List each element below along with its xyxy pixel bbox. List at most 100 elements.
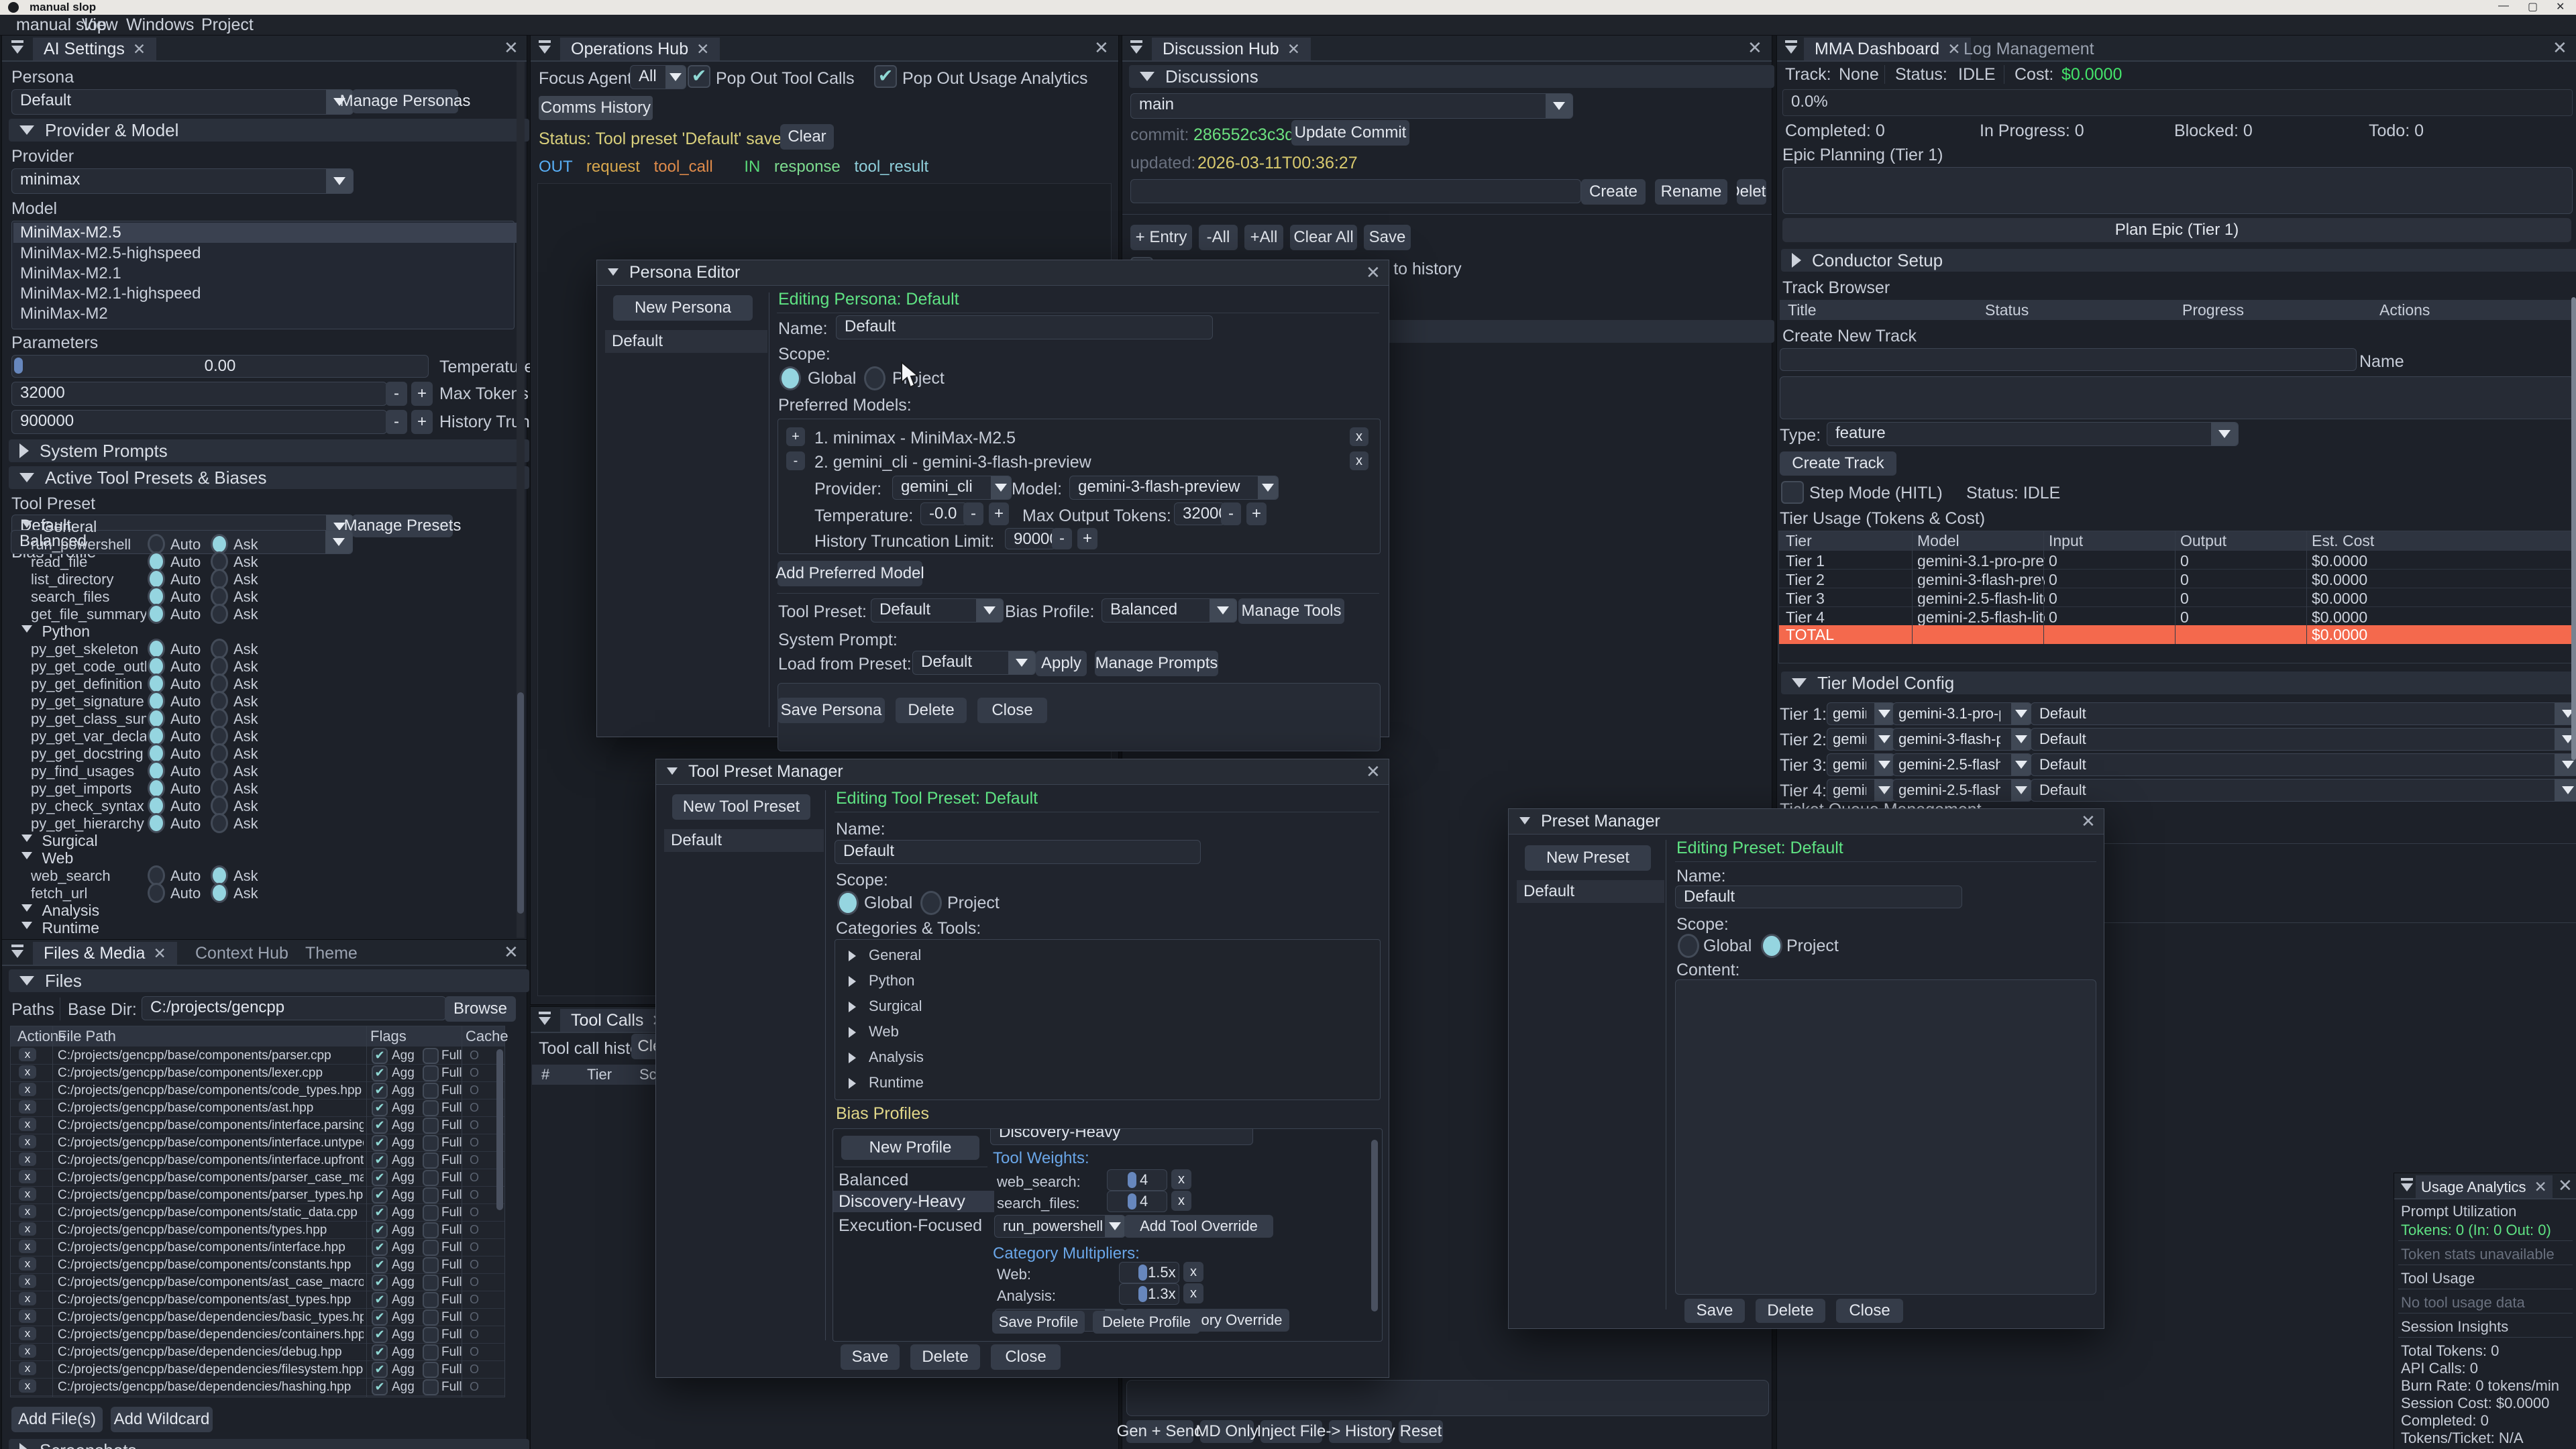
panel-close-icon[interactable]: ✕ <box>1094 39 1109 56</box>
tier-preset-select[interactable]: Default <box>2031 753 2576 776</box>
tier-provider-select[interactable]: gemini_cli <box>1827 779 1895 802</box>
remove-file-button[interactable]: x <box>19 1170 36 1183</box>
agg-checkbox[interactable]: ✔ <box>372 1292 388 1308</box>
pm-provider-select[interactable]: gemini_cli <box>892 476 1012 500</box>
pe-tool-preset-select[interactable]: Default <box>871 598 1004 623</box>
tab-usage-analytics[interactable]: Usage Analytics✕ <box>2416 1175 2553 1198</box>
pm-temp-minus[interactable]: - <box>963 502 983 525</box>
full-checkbox[interactable]: ✔ <box>423 1152 439 1169</box>
pm-max-plus[interactable]: + <box>1246 502 1267 525</box>
agg-checkbox[interactable]: ✔ <box>372 1222 388 1238</box>
full-checkbox[interactable]: ✔ <box>423 1100 439 1116</box>
save-persona-button[interactable]: Save Persona <box>777 698 885 723</box>
clear-all-button[interactable]: Clear All <box>1290 225 1357 250</box>
tool-category-header[interactable]: Runtime <box>21 919 99 936</box>
panel-pin-icon[interactable] <box>537 40 553 55</box>
tier-model-select[interactable]: gemini-3-flash-preview <box>1892 728 2032 751</box>
manage-tools-button[interactable]: Manage Tools <box>1238 598 1344 624</box>
weight-web-search-slider[interactable]: 4 <box>1107 1169 1167 1191</box>
full-checkbox[interactable]: ✔ <box>423 1362 439 1378</box>
tool-ask-radio[interactable] <box>211 883 228 903</box>
panel-pin-icon[interactable] <box>10 945 26 959</box>
category-python[interactable]: Python <box>869 972 915 989</box>
pm-max-minus[interactable]: - <box>1221 502 1241 525</box>
tpm-delete-button[interactable]: Delete <box>910 1344 980 1370</box>
add-files-button[interactable]: Add File(s) <box>11 1407 103 1432</box>
new-profile-button[interactable]: New Profile <box>841 1136 979 1160</box>
agg-checkbox[interactable]: ✔ <box>372 1065 388 1081</box>
ops-clear-button[interactable]: Clear <box>780 124 834 150</box>
inject-file-button[interactable]: Inject File <box>1260 1420 1322 1443</box>
panel-pin-icon[interactable] <box>1784 40 1800 55</box>
base-dir-input[interactable]: C:/projects/gencpp <box>142 996 446 1020</box>
pm-hist-input[interactable]: 900000 <box>1005 528 1056 549</box>
agg-checkbox[interactable]: ✔ <box>372 1240 388 1256</box>
tool-category-header[interactable]: Python <box>21 623 90 640</box>
remove-file-button[interactable]: x <box>19 1275 36 1288</box>
manage-prompts-button[interactable]: Manage Prompts <box>1095 651 1218 676</box>
full-checkbox[interactable]: ✔ <box>423 1257 439 1273</box>
pm-hist-plus[interactable]: + <box>1077 528 1097 549</box>
pop-out-tool-calls-checkbox[interactable]: ✔ <box>688 65 710 88</box>
add-all-button[interactable]: +All <box>1244 225 1283 250</box>
message-compose-input[interactable] <box>1126 1380 1769 1416</box>
menu-view[interactable]: View <box>82 15 118 35</box>
preset-list-item[interactable]: Default <box>1517 880 1664 903</box>
new-persona-button[interactable]: New Persona <box>613 295 753 321</box>
agg-checkbox[interactable]: ✔ <box>372 1379 388 1395</box>
tool-category-header[interactable]: General <box>21 518 97 535</box>
remove-file-button[interactable]: x <box>19 1344 36 1358</box>
pm-temp-input[interactable]: -0.0 <box>920 502 967 525</box>
mult-analysis-slider[interactable]: 1.3x <box>1119 1283 1179 1305</box>
minimize-button[interactable]: — <box>2498 0 2509 12</box>
plan-epic-button[interactable]: Plan Epic (Tier 1) <box>1782 218 2571 242</box>
remove-file-button[interactable]: x <box>19 1327 36 1340</box>
agg-checkbox[interactable]: ✔ <box>372 1187 388 1203</box>
panel-close-icon[interactable]: ✕ <box>1748 39 1762 56</box>
full-checkbox[interactable]: ✔ <box>423 1065 439 1081</box>
files-table-scrollbar[interactable] <box>496 1049 503 1210</box>
maximize-button[interactable]: ▢ <box>2528 0 2538 13</box>
agg-checkbox[interactable]: ✔ <box>372 1275 388 1291</box>
remove-file-button[interactable]: x <box>19 1187 36 1201</box>
panel-pin-icon[interactable] <box>1129 40 1145 55</box>
pop-out-usage-checkbox[interactable]: ✔ <box>874 65 897 88</box>
profile-discovery-heavy[interactable]: Discovery-Heavy <box>833 1191 994 1212</box>
weight-remove-button[interactable]: x <box>1171 1169 1191 1189</box>
to-history-button[interactable]: -> History <box>1329 1420 1392 1443</box>
scope-global-radio[interactable] <box>780 366 801 390</box>
tab-close-icon[interactable]: ✕ <box>696 40 709 58</box>
tool-auto-radio[interactable] <box>148 883 165 903</box>
mult-remove-button[interactable]: x <box>1183 1262 1203 1282</box>
full-checkbox[interactable]: ✔ <box>423 1327 439 1343</box>
add-preferred-model-button[interactable]: Add Preferred Model <box>777 561 922 586</box>
full-checkbox[interactable]: ✔ <box>423 1118 439 1134</box>
pm-temp-plus[interactable]: + <box>989 502 1009 525</box>
focus-agent-select[interactable]: All <box>630 65 686 89</box>
tool-override-select[interactable]: run_powershell <box>994 1215 1126 1238</box>
tpm-close-button[interactable]: Close <box>991 1344 1061 1370</box>
full-checkbox[interactable]: ✔ <box>423 1205 439 1221</box>
full-checkbox[interactable]: ✔ <box>423 1170 439 1186</box>
agg-checkbox[interactable]: ✔ <box>372 1118 388 1134</box>
save-history-button[interactable]: Save <box>1364 225 1411 250</box>
mult-web-slider[interactable]: 1.5x <box>1119 1262 1179 1283</box>
browse-button[interactable]: Browse <box>445 996 516 1022</box>
remove-file-button[interactable]: x <box>19 1362 36 1375</box>
dialog-titlebar[interactable]: Preset Manager ✕ <box>1509 809 2104 835</box>
remove-file-button[interactable]: x <box>19 1065 36 1079</box>
agg-checkbox[interactable]: ✔ <box>372 1048 388 1064</box>
agg-checkbox[interactable]: ✔ <box>372 1152 388 1169</box>
tab-files-media[interactable]: Files & Media✕ <box>33 942 177 965</box>
remove-file-button[interactable]: x <box>19 1205 36 1218</box>
remove-file-button[interactable]: x <box>19 1309 36 1323</box>
pm-hist-minus[interactable]: - <box>1052 528 1072 549</box>
tab-discussion-hub[interactable]: Discussion Hub✕ <box>1152 38 1311 60</box>
md-only-button[interactable]: MD Only <box>1200 1420 1254 1443</box>
weight-remove-button[interactable]: x <box>1171 1191 1191 1211</box>
full-checkbox[interactable]: ✔ <box>423 1135 439 1151</box>
new-preset-button[interactable]: New Preset <box>1525 845 1651 871</box>
tab-context-hub[interactable]: Context Hub <box>184 942 299 965</box>
tool-category-header[interactable]: Web <box>21 849 73 867</box>
gen-send-button[interactable]: Gen + Send <box>1126 1420 1193 1443</box>
